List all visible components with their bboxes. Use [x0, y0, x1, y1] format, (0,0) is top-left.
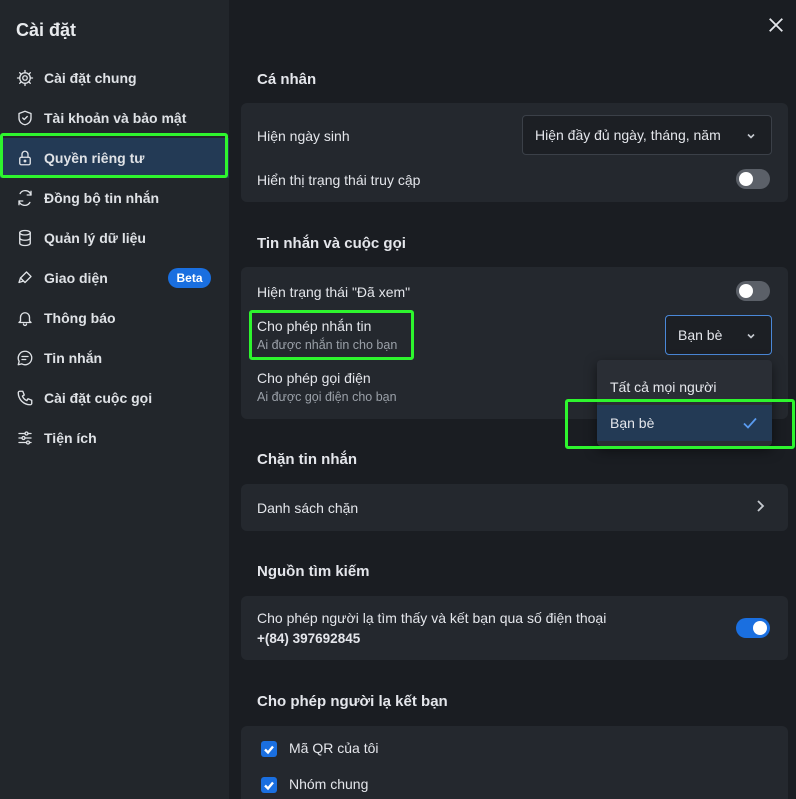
sidebar-item-utilities[interactable]: Tiện ích: [0, 418, 229, 458]
dropdown-option-everyone[interactable]: Tất cả mọi người: [597, 369, 772, 405]
sidebar-item-sync[interactable]: Đồng bộ tin nhắn: [0, 178, 229, 218]
bell-icon: [16, 309, 34, 327]
allow-message-select[interactable]: Bạn bè: [665, 315, 772, 355]
checkmark-icon: [742, 415, 758, 431]
close-button[interactable]: [765, 14, 787, 36]
sidebar-item-label: Thông báo: [44, 310, 116, 326]
section-title-block: Chặn tin nhắn: [257, 451, 357, 468]
sidebar-item-label: Cài đặt chung: [44, 70, 137, 86]
sidebar-item-label: Đồng bộ tin nhắn: [44, 190, 160, 206]
sidebar-item-label: Tài khoản và bảo mật: [44, 110, 187, 126]
sidebar-item-general[interactable]: Cài đặt chung: [0, 58, 229, 98]
gear-icon: [16, 69, 34, 87]
birthday-label: Hiện ngày sinh: [257, 128, 350, 144]
section-title-search-source: Nguồn tìm kiếm: [257, 563, 370, 580]
allow-call-label: Cho phép gọi điện: [257, 370, 371, 386]
chevron-down-icon: [745, 129, 757, 141]
beta-badge: Beta: [168, 268, 211, 288]
sync-icon: [16, 189, 34, 207]
block-list-label: Danh sách chặn: [257, 500, 359, 516]
close-icon: [769, 18, 783, 32]
common-group-label: Nhóm chung: [289, 776, 369, 792]
sidebar-item-notifications[interactable]: Thông báo: [0, 298, 229, 338]
allow-message-dropdown: Tất cả mọi người Bạn bè: [597, 360, 772, 446]
sidebar-title: Cài đặt: [16, 20, 77, 40]
sidebar-item-label: Quản lý dữ liệu: [44, 230, 146, 246]
phone-icon: [16, 389, 34, 407]
online-status-toggle[interactable]: [736, 169, 770, 189]
sidebar-item-privacy[interactable]: Quyền riêng tư: [0, 138, 229, 178]
sidebar-item-label: Tiện ích: [44, 430, 97, 446]
paint-brush-icon: [16, 269, 34, 287]
online-status-label: Hiển thị trạng thái truy cập: [257, 172, 421, 188]
birthday-select[interactable]: Hiện đầy đủ ngày, tháng, năm: [522, 115, 772, 155]
checkmark-icon: [264, 745, 274, 755]
section-title-messages-calls: Tin nhắn và cuộc gọi: [257, 235, 406, 252]
sidebar-item-appearance[interactable]: Giao diện Beta: [0, 258, 229, 298]
checkmark-icon: [264, 781, 274, 791]
sidebar-item-label: Giao diện: [44, 270, 108, 286]
allow-message-sublabel: Ai được nhắn tin cho bạn: [257, 338, 398, 352]
card-search-source: [241, 596, 788, 660]
seen-status-label: Hiện trạng thái "Đã xem": [257, 284, 411, 300]
phone-number: +(84) 397692845: [257, 631, 361, 646]
chevron-right-icon: [753, 499, 767, 513]
database-icon: [16, 229, 34, 247]
sliders-icon: [16, 429, 34, 447]
lock-icon: [16, 149, 34, 167]
seen-status-toggle[interactable]: [736, 281, 770, 301]
sidebar-item-label: Cài đặt cuộc gọi: [44, 390, 153, 406]
section-title-friend-request: Cho phép người lạ kết bạn: [257, 693, 448, 710]
allow-message-select-value: Bạn bè: [678, 327, 723, 343]
phone-search-toggle[interactable]: [736, 618, 770, 638]
sidebar: Cài đặt Cài đặt chung Tài khoản và bảo m…: [0, 0, 229, 799]
dropdown-option-friends[interactable]: Bạn bè: [597, 405, 772, 441]
dropdown-option-label: Tất cả mọi người: [610, 379, 717, 395]
message-icon: [16, 349, 34, 367]
chevron-down-icon: [745, 329, 757, 341]
section-title-personal: Cá nhân: [257, 71, 317, 88]
common-group-checkbox[interactable]: [261, 777, 277, 793]
allow-call-sublabel: Ai được gọi điện cho bạn: [257, 390, 397, 404]
phone-search-label: Cho phép người lạ tìm thấy và kết bạn qu…: [257, 610, 607, 626]
sidebar-item-messages[interactable]: Tin nhắn: [0, 338, 229, 378]
sidebar-item-data[interactable]: Quản lý dữ liệu: [0, 218, 229, 258]
birthday-select-value: Hiện đầy đủ ngày, tháng, năm: [535, 127, 721, 143]
dropdown-option-label: Bạn bè: [610, 415, 655, 431]
allow-message-label: Cho phép nhắn tin: [257, 318, 372, 334]
qr-code-checkbox[interactable]: [261, 741, 277, 757]
sidebar-item-account-security[interactable]: Tài khoản và bảo mật: [0, 98, 229, 138]
shield-icon: [16, 109, 34, 127]
sidebar-item-label: Quyền riêng tư: [44, 150, 145, 166]
sidebar-item-call-settings[interactable]: Cài đặt cuộc gọi: [0, 378, 229, 418]
sidebar-item-label: Tin nhắn: [44, 350, 103, 366]
qr-code-label: Mã QR của tôi: [289, 740, 379, 756]
